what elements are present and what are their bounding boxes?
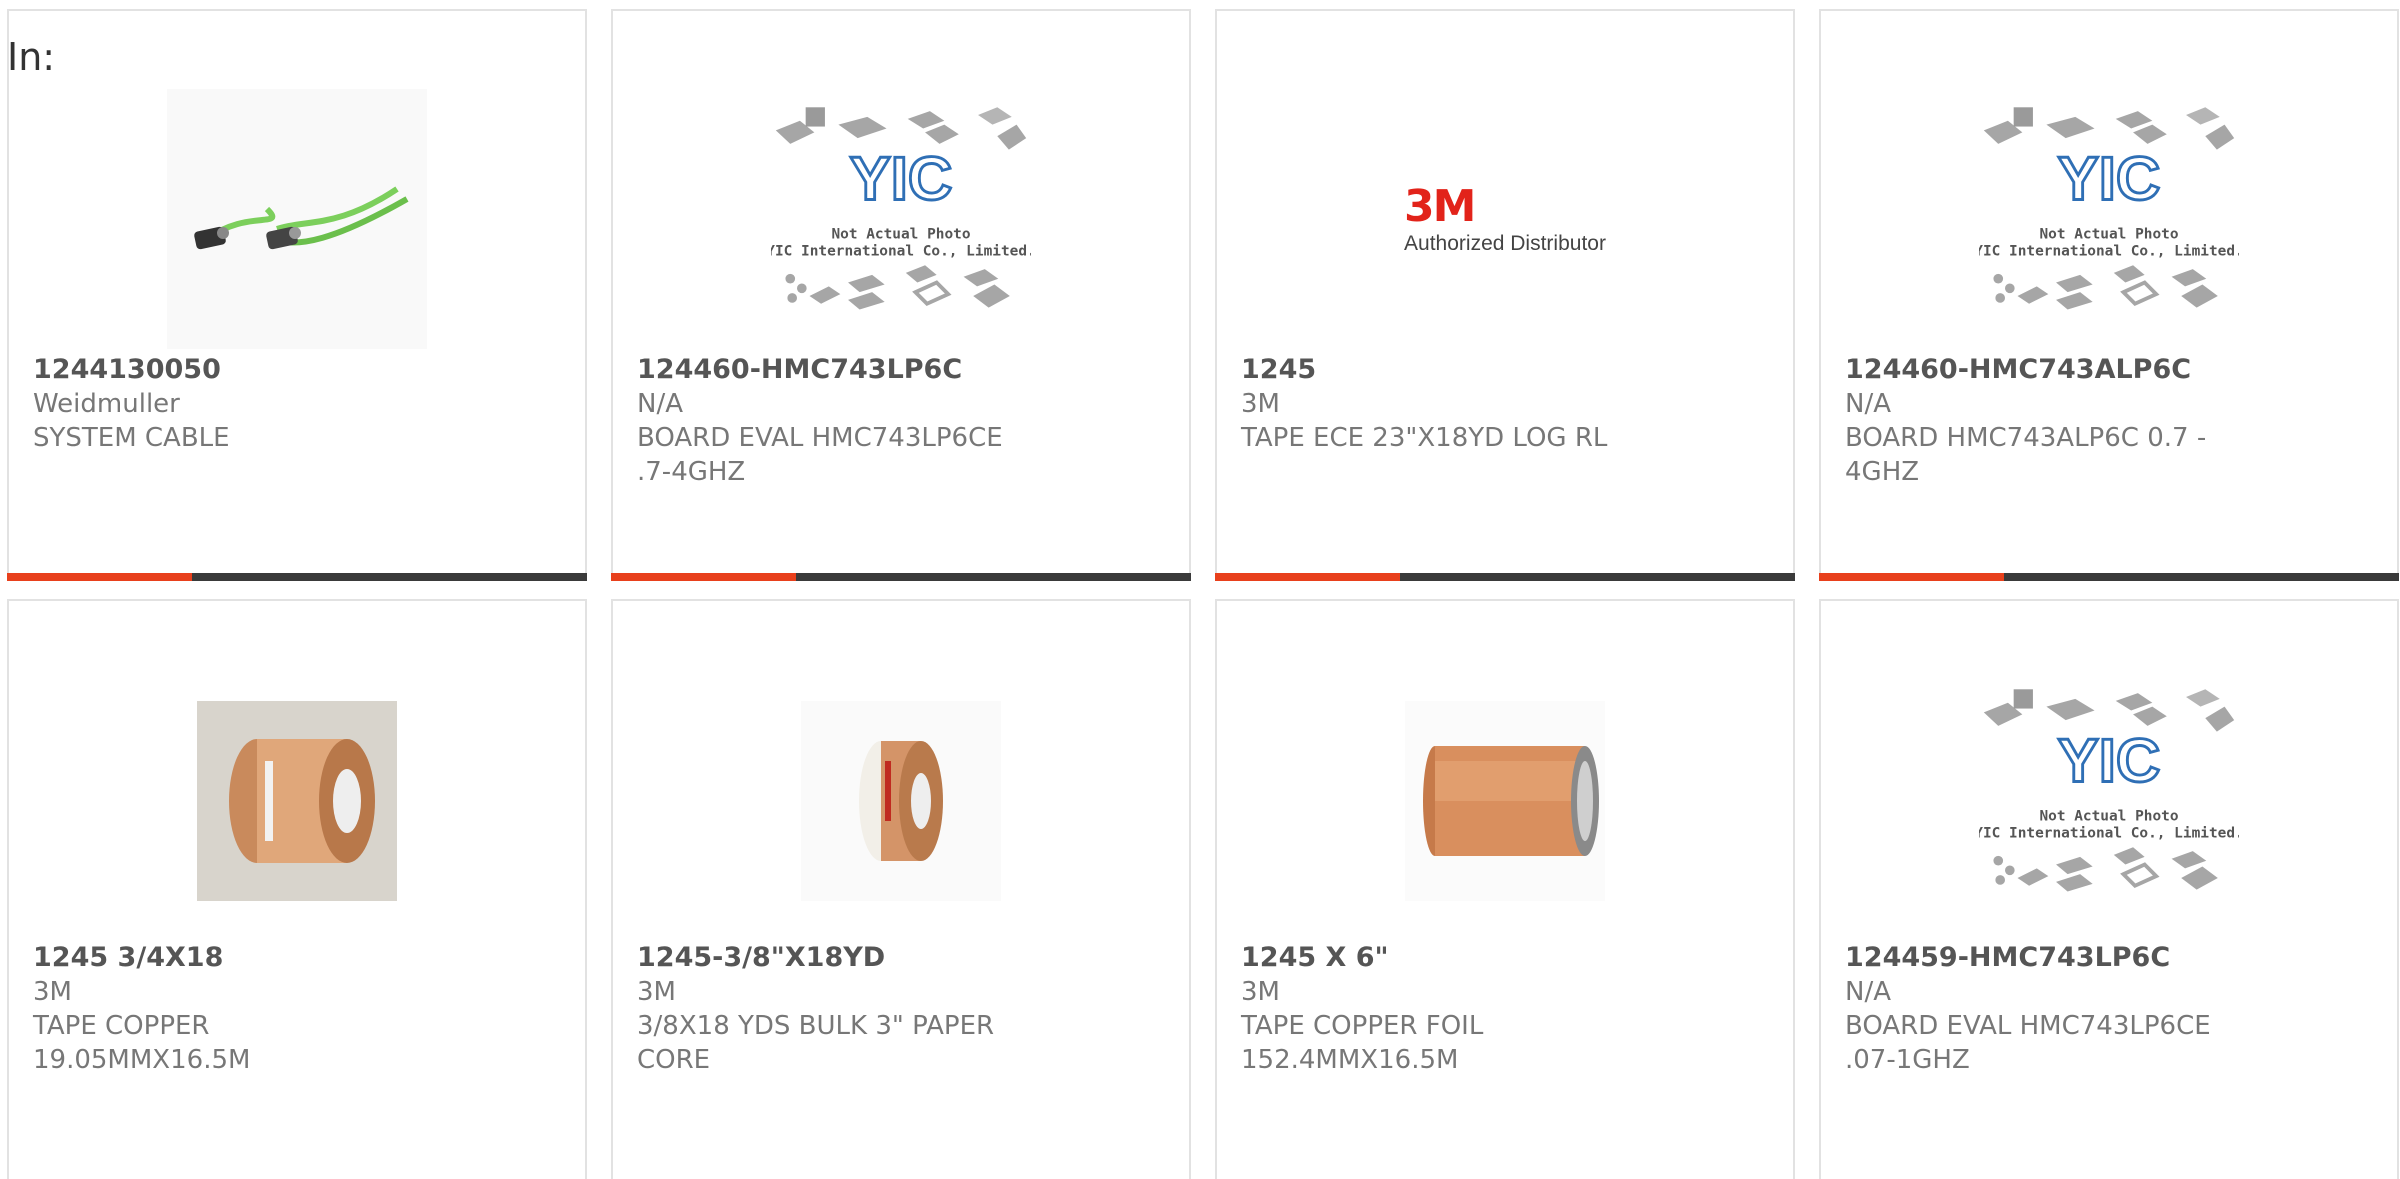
yic-placeholder-icon: YIC Not Actual Photo YIC International C… bbox=[771, 89, 1031, 349]
description: BOARD EVAL HMC743LP6CE .07-1GHZ bbox=[1845, 1011, 2211, 1075]
3m-authorized-logo: 3M Authorized Distributor bbox=[1404, 180, 1606, 255]
copper-tape-roll-icon bbox=[167, 671, 427, 931]
description: BOARD HMC743ALP6C 0.7 - 4GHZ bbox=[1845, 423, 2207, 487]
manufacturer: 3M bbox=[1241, 389, 1280, 419]
copper-foil-roll-icon bbox=[1375, 671, 1635, 931]
card-footer-bar bbox=[611, 573, 1191, 581]
card-footer-bar bbox=[1215, 573, 1795, 581]
part-number[interactable]: 124460-HMC743ALP6C bbox=[1845, 353, 2245, 387]
ethernet-cable-icon bbox=[167, 89, 427, 349]
svg-text:YIC: YIC bbox=[2058, 727, 2161, 796]
product-card-1245[interactable]: 3M Authorized Distributor 1245 3M TAPE E… bbox=[1215, 9, 1795, 581]
description: TAPE COPPER FOIL 152.4MMX16.5M bbox=[1241, 1011, 1484, 1075]
part-number[interactable]: 1245 X 6" bbox=[1241, 941, 1641, 975]
part-number[interactable]: 1244130050 bbox=[33, 353, 433, 387]
product-card-124460-HMC743ALP6C[interactable]: YIC Not Actual Photo YIC International C… bbox=[1819, 9, 2399, 581]
product-card-124460-HMC743LP6C[interactable]: YIC Not Actual Photo YIC International C… bbox=[611, 9, 1191, 581]
description: BOARD EVAL HMC743LP6CE .7-4GHZ bbox=[637, 423, 1003, 487]
part-number[interactable]: 124459-HMC743LP6C bbox=[1845, 941, 2245, 975]
card-footer-bar bbox=[7, 573, 587, 581]
in-label: In: bbox=[7, 35, 56, 79]
product-card-1245-3-4x18[interactable]: 1245 3/4X18 3M TAPE COPPER 19.05MMX16.5M bbox=[7, 599, 587, 1179]
card-footer-bar bbox=[1819, 573, 2399, 581]
yic-placeholder-icon: YIC Not Actual Photo YIC International C… bbox=[1979, 671, 2239, 931]
description: SYSTEM CABLE bbox=[33, 423, 230, 453]
part-number[interactable]: 1245-3/8"X18YD bbox=[637, 941, 1037, 975]
part-number[interactable]: 1245 bbox=[1241, 353, 1641, 387]
manufacturer: N/A bbox=[1845, 389, 1891, 419]
description: TAPE COPPER 19.05MMX16.5M bbox=[33, 1011, 251, 1075]
product-card-1245-x-6[interactable]: 1245 X 6" 3M TAPE COPPER FOIL 152.4MMX16… bbox=[1215, 599, 1795, 1179]
svg-text:YIC International Co., Limited: YIC International Co., Limited. bbox=[1979, 826, 2239, 842]
svg-text:YIC International Co., Limited: YIC International Co., Limited. bbox=[1979, 244, 2239, 260]
svg-text:Not Actual Photo: Not Actual Photo bbox=[831, 226, 970, 242]
copper-tape-narrow-icon bbox=[771, 671, 1031, 931]
product-card-1244130050[interactable]: 1244130050 Weidmuller SYSTEM CABLE bbox=[7, 9, 587, 581]
manufacturer: N/A bbox=[637, 389, 683, 419]
part-number[interactable]: 1245 3/4X18 bbox=[33, 941, 433, 975]
description: TAPE ECE 23"X18YD LOG RL bbox=[1241, 423, 1608, 453]
svg-text:YIC: YIC bbox=[850, 145, 953, 214]
description: 3/8X18 YDS BULK 3" PAPER CORE bbox=[637, 1011, 995, 1075]
product-card-124459-HMC743LP6C[interactable]: YIC Not Actual Photo YIC International C… bbox=[1819, 599, 2399, 1179]
part-number[interactable]: 124460-HMC743LP6C bbox=[637, 353, 1037, 387]
svg-text:YIC: YIC bbox=[2058, 145, 2161, 214]
svg-text:YIC International Co., Limited: YIC International Co., Limited. bbox=[771, 244, 1031, 260]
product-card-1245-3-8x18yd[interactable]: 1245-3/8"X18YD 3M 3/8X18 YDS BULK 3" PAP… bbox=[611, 599, 1191, 1179]
manufacturer: 3M bbox=[33, 977, 72, 1007]
svg-text:Not Actual Photo: Not Actual Photo bbox=[2039, 226, 2178, 242]
yic-placeholder-icon: YIC Not Actual Photo YIC International C… bbox=[1979, 89, 2239, 349]
manufacturer: Weidmuller bbox=[33, 389, 180, 419]
manufacturer: 3M bbox=[1241, 977, 1280, 1007]
manufacturer: 3M bbox=[637, 977, 676, 1007]
manufacturer: N/A bbox=[1845, 977, 1891, 1007]
svg-text:Not Actual Photo: Not Actual Photo bbox=[2039, 808, 2178, 824]
